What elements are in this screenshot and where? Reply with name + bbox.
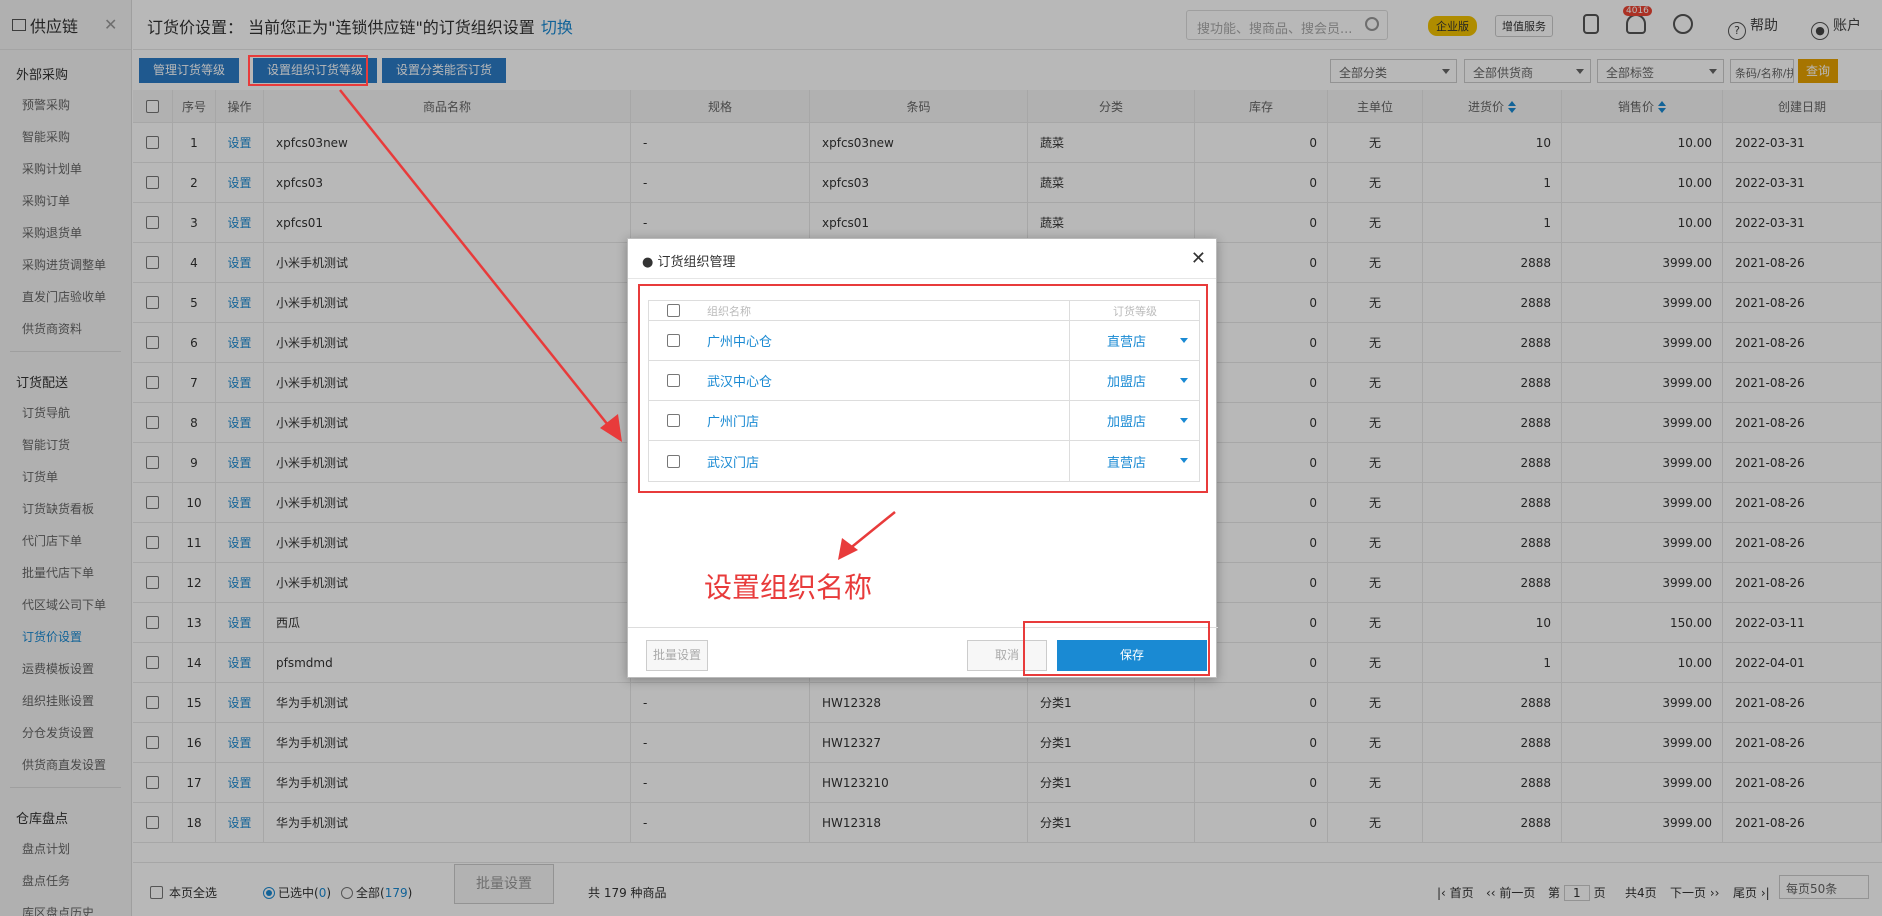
highlight-box	[638, 284, 1208, 493]
highlight-box	[1023, 621, 1210, 676]
dialog-title: ● 订货组织管理	[628, 239, 1216, 279]
batch-set-button[interactable]: 批量设置	[646, 640, 708, 671]
close-icon[interactable]: ✕	[1191, 248, 1206, 269]
annotation-text: 设置组织名称	[704, 571, 873, 604]
highlight-box	[248, 55, 368, 86]
